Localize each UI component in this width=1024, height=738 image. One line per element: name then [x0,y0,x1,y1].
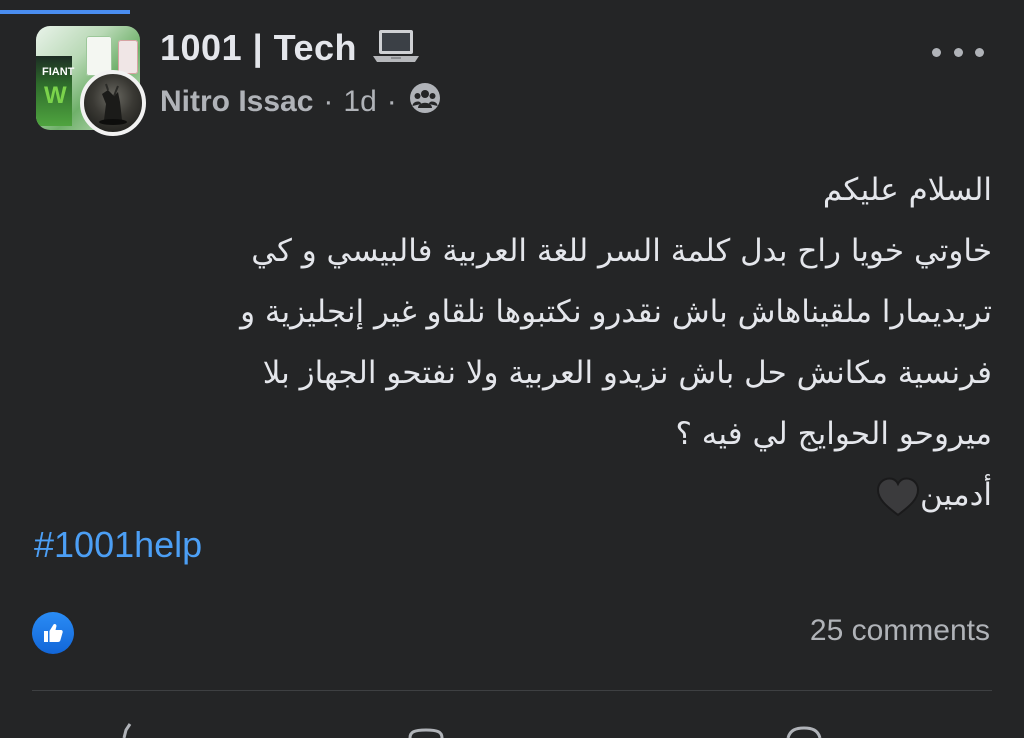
post-text-line: خاوتي خويا راح بدل كلمة السر للغة العربي… [251,233,992,269]
post-timestamp-link[interactable]: 1d [343,85,376,119]
post-text-line: تريديمارا ملقيناهاش باش نقدرو نكتبوها نل… [240,294,992,330]
author-avatar[interactable] [80,70,146,136]
laptop-icon [371,28,421,69]
group-avatar-art-text: FIANT [42,66,75,78]
loading-progress-fill [0,10,131,14]
actions-divider [32,690,992,691]
post-meta-row: Nitro Issac · 1d · [160,82,441,122]
comment-action-icon[interactable] [406,718,446,738]
hashtag-link[interactable]: #1001help [34,524,202,566]
more-options-icon[interactable] [932,36,984,68]
meta-separator: · [323,85,334,118]
like-reaction-icon[interactable] [32,612,74,654]
post-signature-line: أدمين [30,465,992,526]
group-avatar-art-letter: W [44,82,67,109]
group-title-row: 1001 | Tech [160,26,421,70]
loading-progress-bar [0,10,1024,14]
post-text-line: ميروحو الحوايج لي فيه ؟ [675,416,993,452]
author-name-link[interactable]: Nitro Issac [160,85,313,119]
post-action-bar [32,700,992,738]
post-text-line: السلام عليكم [822,172,992,208]
meta-separator: · [386,85,397,118]
like-action-icon[interactable] [114,718,154,738]
group-avatar-art-box [118,40,138,74]
share-action-icon[interactable] [784,718,824,738]
group-audience-icon[interactable] [409,82,441,122]
post-text-line: فرنسية مكانش حل باش نزيدو العربية ولا نف… [262,355,992,391]
black-heart-icon [876,476,920,517]
avatar-group[interactable]: FIANT W [36,26,146,136]
post-signature-text: أدمين [920,477,992,513]
horse-figure-icon [99,83,127,125]
post-header: FIANT W 1001 | Tech Nitro Issac · 1d · [36,26,996,136]
comments-count-link[interactable]: 25 comments [810,614,990,648]
group-name-link[interactable]: 1001 | Tech [160,27,357,69]
post-body: السلام عليكم خاوتي خويا راح بدل كلمة الس… [30,160,992,526]
